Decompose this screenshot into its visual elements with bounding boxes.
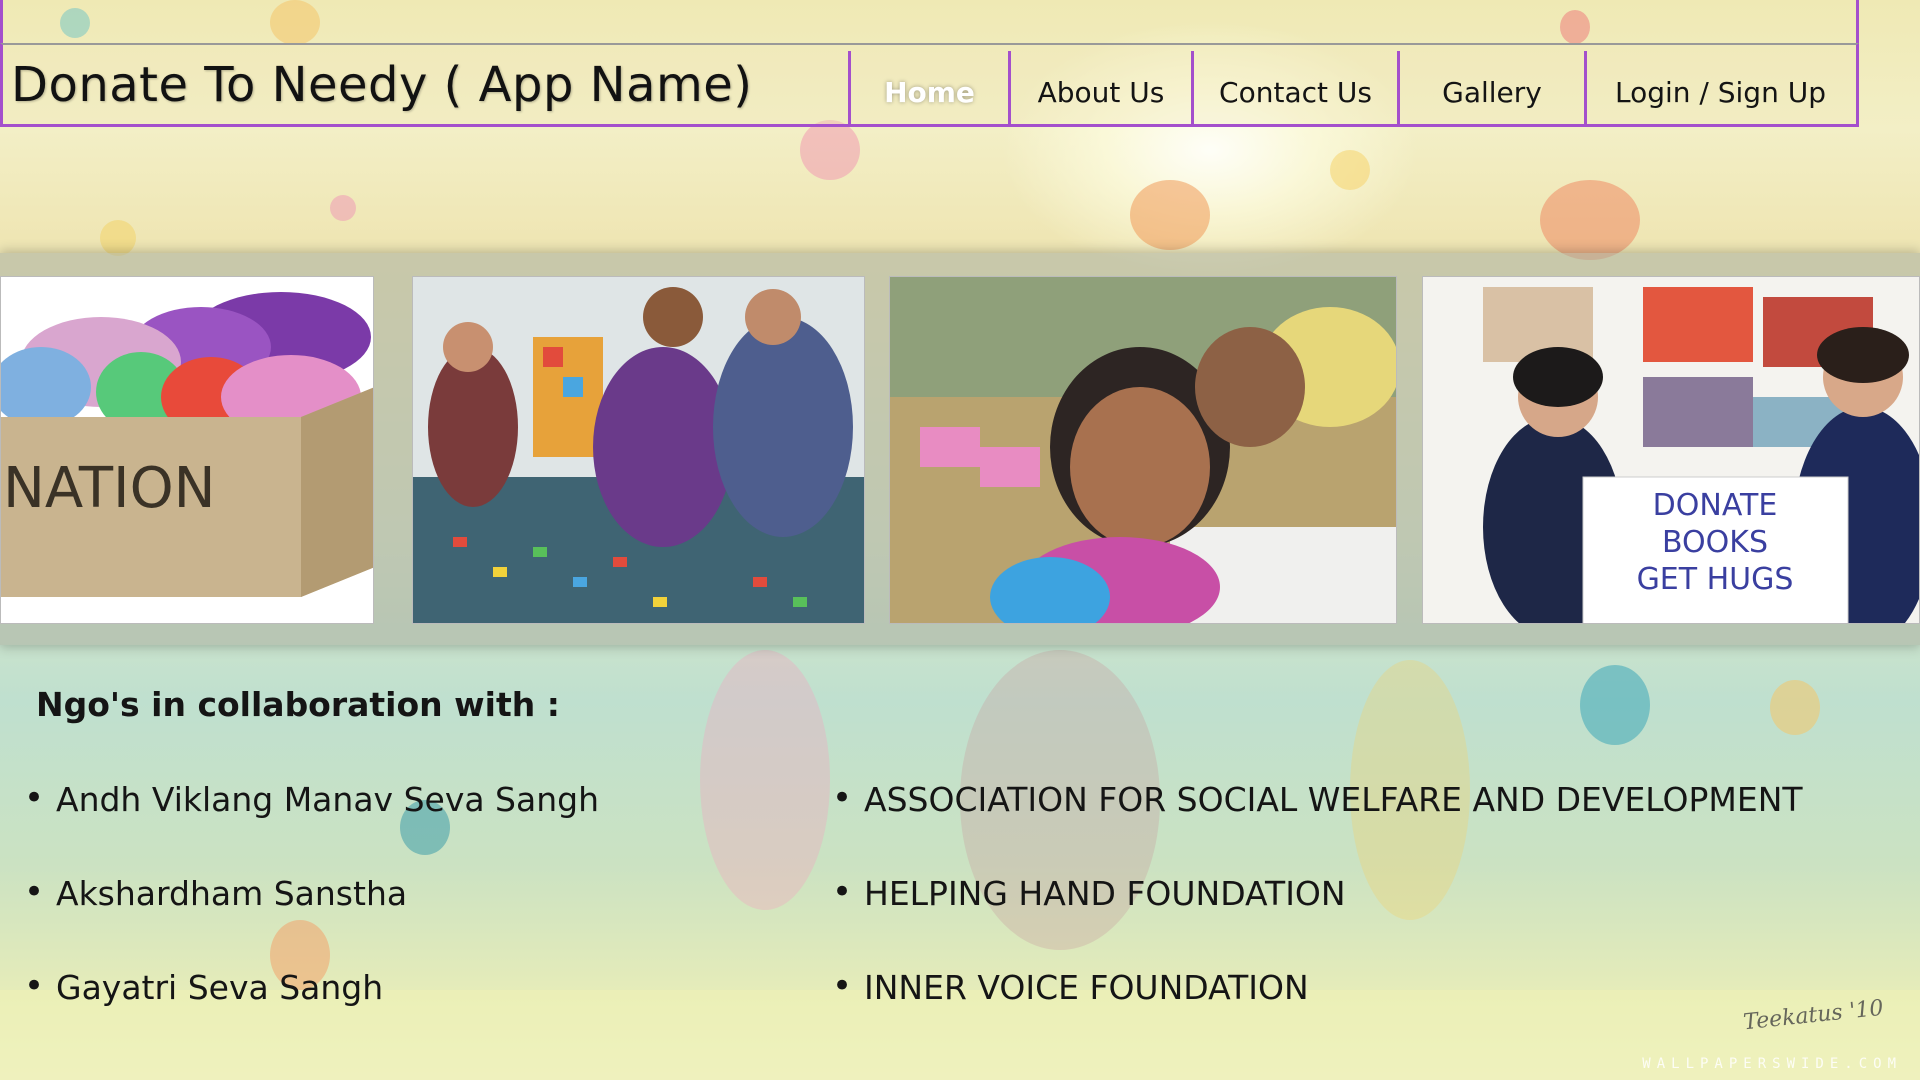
ngo-list-left: Andh Viklang Manav Seva Sangh Akshardham… [24,778,599,1062]
sign-line-3: GET HUGS [1637,562,1794,597]
main-nav: Home About Us Contact Us Gallery Login /… [848,51,1854,126]
photo-smiling-children [889,276,1397,624]
balloon-decor [100,220,136,256]
list-item: INNER VOICE FOUNDATION [832,966,1803,1062]
clothes-box-illustration: NATION [1,277,373,623]
ngo-heading: Ngo's in collaboration with : [36,685,560,724]
list-item: HELPING HAND FOUNDATION [832,872,1803,968]
photo-kids-playing [412,276,865,624]
wallpaper-watermark: WALLPAPERSWIDE.COM [1642,1056,1902,1072]
list-item: Gayatri Seva Sangh [24,966,599,1062]
balloon-decor [1540,180,1640,260]
app-title: Donate To Needy ( App Name) [11,57,753,113]
photo-clothes-donation: NATION [0,276,374,624]
list-item: ASSOCIATION FOR SOCIAL WELFARE AND DEVEL… [832,778,1803,874]
balloon-decor [1130,180,1210,250]
sign-line-2: BOOKS [1662,525,1768,560]
balloon-decor [330,195,356,221]
header-top-border [0,0,1859,43]
nav-home[interactable]: Home [848,51,1008,126]
list-item: Andh Viklang Manav Seva Sangh [24,778,599,874]
header-bar: Donate To Needy ( App Name) Home About U… [0,43,1859,127]
donate-books-illustration: DONATE BOOKS GET HUGS [1423,277,1919,623]
sign-line-1: DONATE [1653,488,1778,523]
balloon-decor [800,120,860,180]
ngo-list-right: ASSOCIATION FOR SOCIAL WELFARE AND DEVEL… [832,778,1803,1062]
nav-login-sign-up[interactable]: Login / Sign Up [1584,51,1854,126]
nav-gallery[interactable]: Gallery [1397,51,1584,126]
nav-contact-us[interactable]: Contact Us [1191,51,1397,126]
smiling-children-illustration [890,277,1396,623]
list-item: Akshardham Sanstha [24,872,599,968]
balloon-decor [1770,680,1820,735]
child-figure-decor [700,650,830,910]
photo-donate-books: DONATE BOOKS GET HUGS [1422,276,1920,624]
balloon-decor [1330,150,1370,190]
balloon-decor [1580,665,1650,745]
donation-box-label: NATION [3,456,216,521]
kids-playing-illustration [413,277,864,623]
nav-about-us[interactable]: About Us [1008,51,1191,126]
